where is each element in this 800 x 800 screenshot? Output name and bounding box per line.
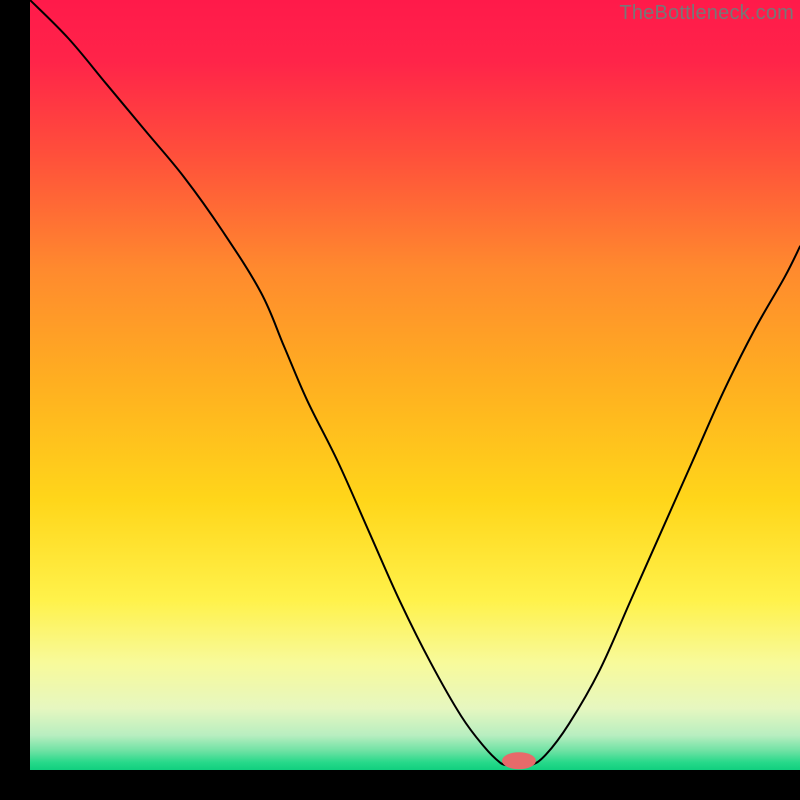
plot-area <box>30 0 800 770</box>
highlight-pill <box>502 752 536 769</box>
gradient-background <box>30 0 800 770</box>
annotation-group <box>502 752 536 769</box>
chart-svg <box>30 0 800 770</box>
watermark-text: TheBottleneck.com <box>619 2 794 25</box>
chart-container: TheBottleneck.com <box>0 0 800 800</box>
